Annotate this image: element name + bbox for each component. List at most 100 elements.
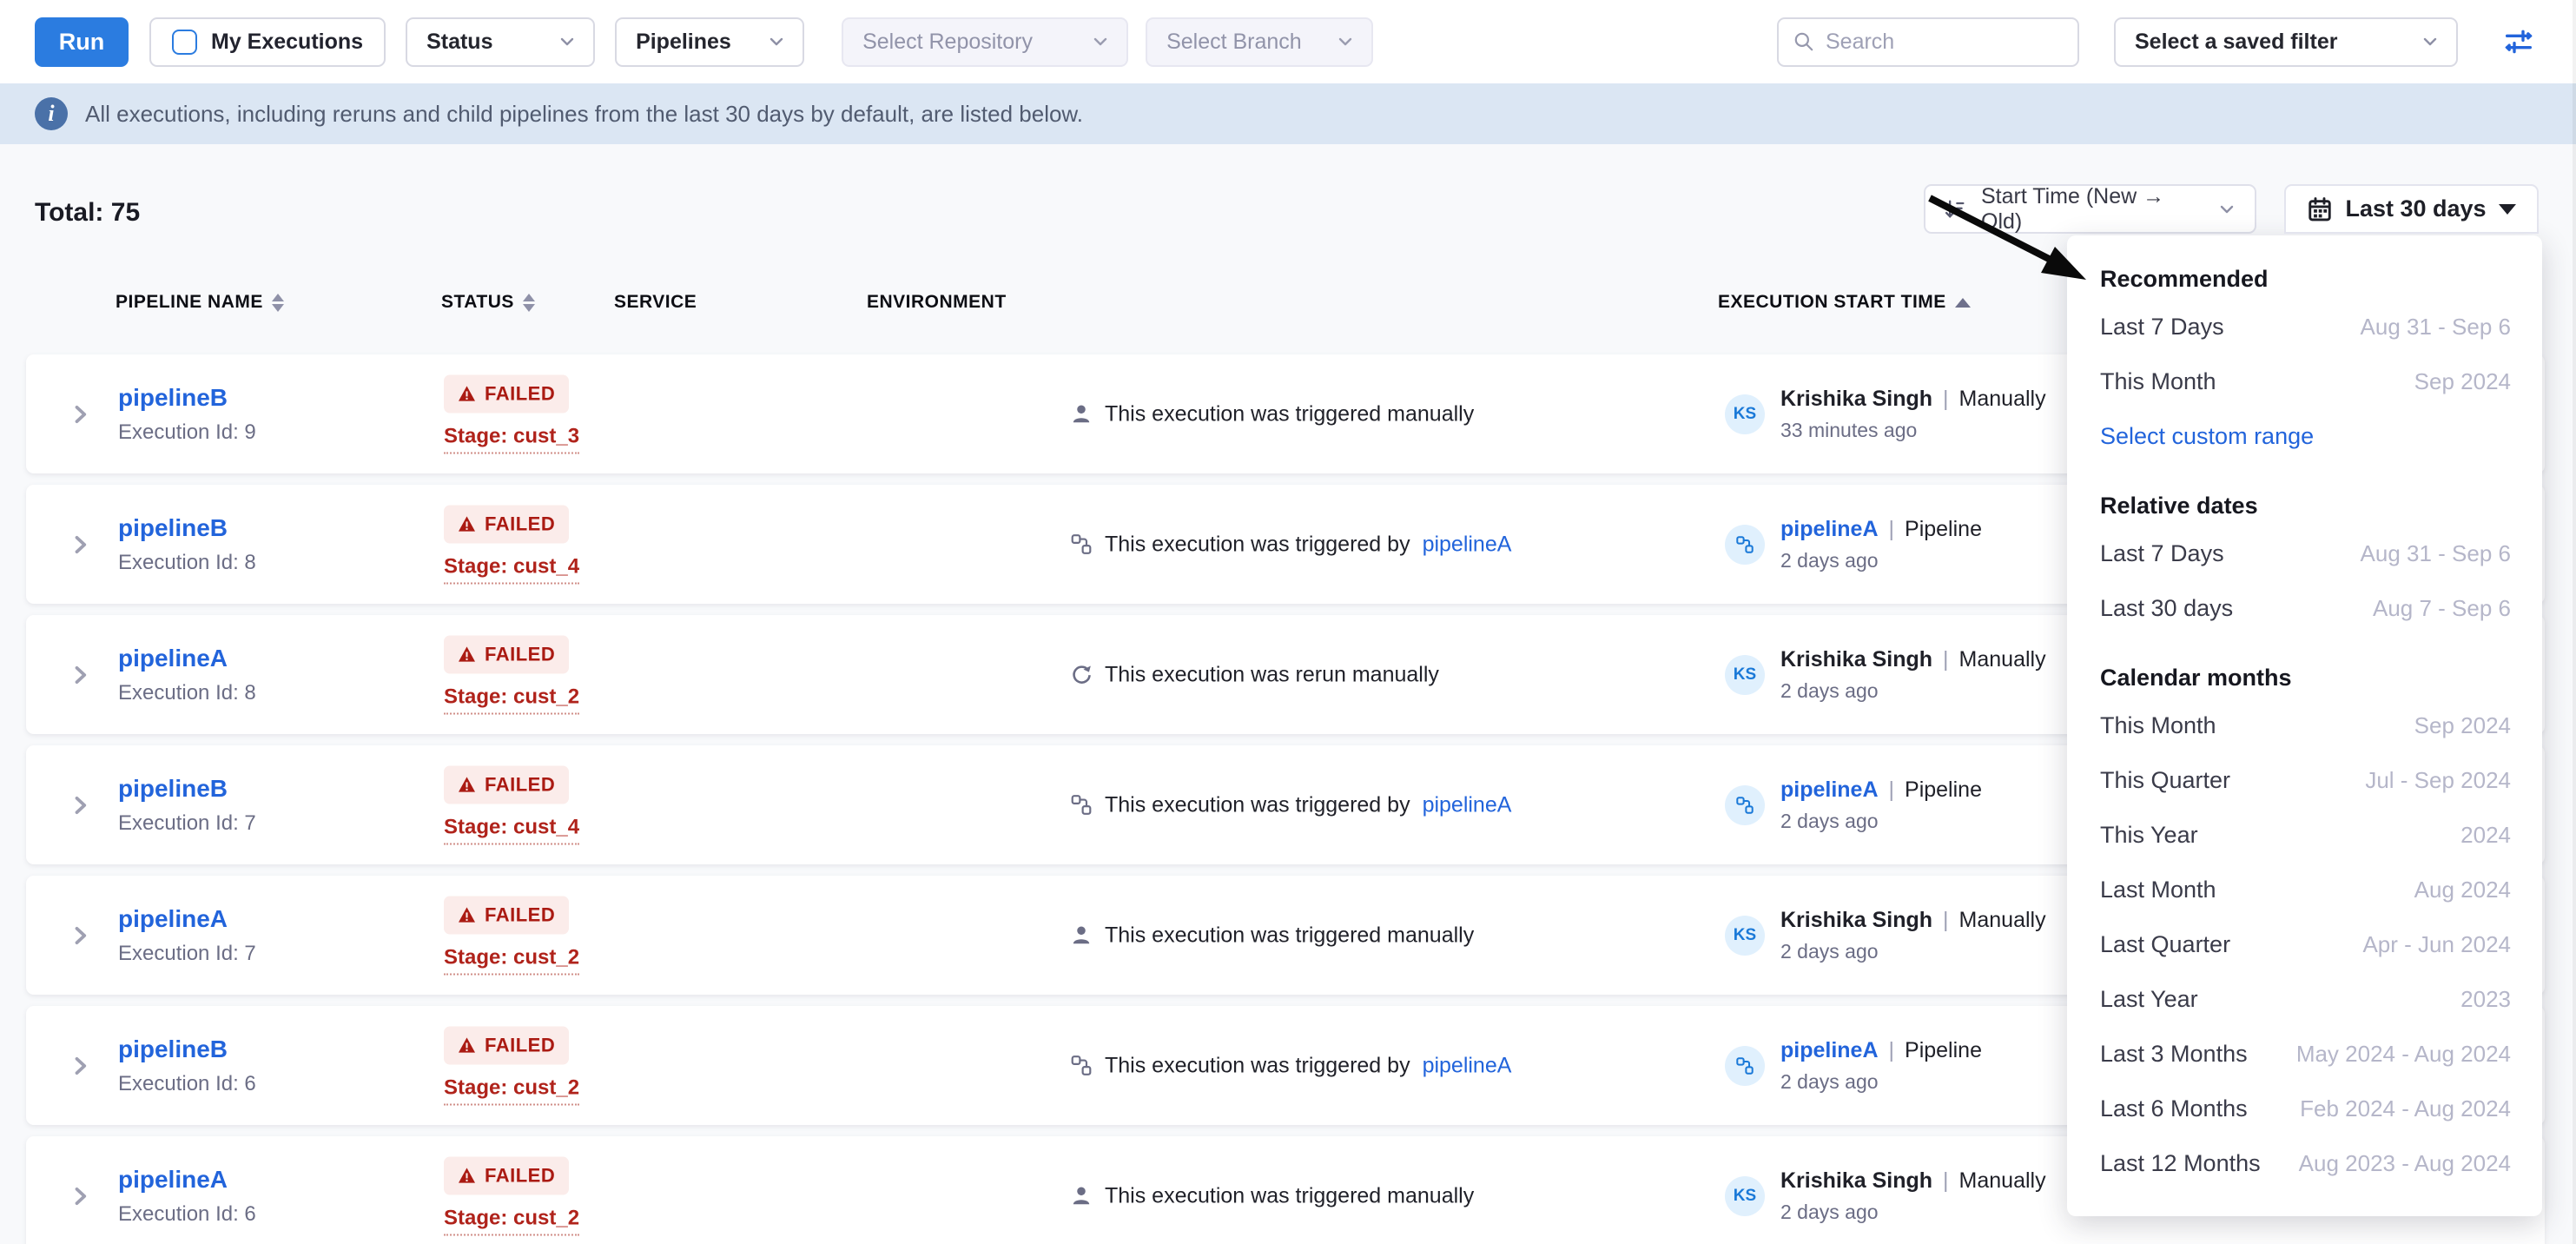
expand-chevron-icon[interactable] <box>68 1051 92 1081</box>
sort-order-dropdown[interactable]: Start Time (New → Old) <box>1924 184 2256 234</box>
started-by-name[interactable]: pipelineA <box>1780 778 1879 803</box>
pipeline-name-link[interactable]: pipelineB <box>118 775 256 803</box>
search-input-wrap <box>1777 17 2079 67</box>
expand-chevron-icon[interactable] <box>68 530 92 559</box>
my-executions-checkbox[interactable] <box>172 30 197 55</box>
trigger-info-cell: This execution was triggered by pipeline… <box>1070 1053 1511 1078</box>
status-filter-label: Status <box>426 30 492 55</box>
my-executions-label: My Executions <box>211 30 363 55</box>
date-menu-items: This Month Sep 2024 This Quarter Jul - S… <box>2100 698 2511 1191</box>
trigger-info-cell: This execution was triggered by pipeline… <box>1070 792 1511 817</box>
column-header-execution-start-time[interactable]: EXECUTION START TIME <box>1718 283 1971 321</box>
status-cell: FAILED Stage: cust_4 <box>444 765 579 844</box>
trigger-pipeline-link[interactable]: pipelineA <box>1423 532 1512 557</box>
pipeline-name-link[interactable]: pipelineB <box>118 1036 256 1063</box>
repository-filter-dropdown[interactable]: Select Repository <box>842 17 1128 67</box>
search-input[interactable] <box>1826 30 2064 55</box>
failed-stage-link[interactable]: Stage: cust_2 <box>444 945 579 975</box>
user-icon <box>1070 1185 1093 1208</box>
date-menu-item[interactable]: This Quarter Jul - Sep 2024 <box>2100 753 2511 808</box>
status-badge-label: FAILED <box>485 643 555 665</box>
started-by-lines: Krishika Singh | Manually 2 days ago <box>1780 1168 2046 1224</box>
trigger-type: Pipeline <box>1905 517 1982 542</box>
avatar <box>1725 785 1765 825</box>
date-menu-item[interactable]: Last Quarter Apr - Jun 2024 <box>2100 917 2511 972</box>
started-by-lines: Krishika Singh | Manually 33 minutes ago <box>1780 387 2046 442</box>
date-menu-item[interactable]: Last 30 days Aug 7 - Sep 6 <box>2100 581 2511 636</box>
failed-stage-link[interactable]: Stage: cust_4 <box>444 815 579 844</box>
status-cell: FAILED Stage: cust_4 <box>444 505 579 584</box>
column-header-status[interactable]: STATUS <box>441 283 535 321</box>
scrollbar-track[interactable] <box>2573 0 2576 1244</box>
status-badge-label: FAILED <box>485 1164 555 1187</box>
date-menu-item[interactable]: Select custom range <box>2100 409 2511 464</box>
pipeline-name-link[interactable]: pipelineA <box>118 905 256 933</box>
my-executions-toggle[interactable]: My Executions <box>149 17 386 67</box>
started-by-name[interactable]: pipelineA <box>1780 1038 1879 1063</box>
trigger-type: Manually <box>1959 908 2046 933</box>
started-by-name[interactable]: Krishika Singh <box>1780 1168 1932 1194</box>
avatar: KS <box>1725 655 1765 695</box>
date-menu-item-value: Feb 2024 - Aug 2024 <box>2300 1095 2511 1122</box>
avatar <box>1725 525 1765 565</box>
started-by-name[interactable]: Krishika Singh <box>1780 387 1932 412</box>
trigger-pipeline-link[interactable]: pipelineA <box>1423 792 1512 817</box>
date-menu-items: Last 7 Days Aug 31 - Sep 6 Last 30 days … <box>2100 526 2511 636</box>
date-menu-item[interactable]: Last 6 Months Feb 2024 - Aug 2024 <box>2100 1082 2511 1136</box>
trigger-pipeline-link[interactable]: pipelineA <box>1423 1053 1512 1078</box>
date-menu-item[interactable]: This Year 2024 <box>2100 808 2511 863</box>
trigger-info-cell: This execution was triggered manually <box>1070 1183 1474 1208</box>
date-menu-item[interactable]: Last 7 Days Aug 31 - Sep 6 <box>2100 526 2511 581</box>
avatar-initials: KS <box>1734 926 1756 945</box>
date-menu-item-value: 2023 <box>2460 986 2511 1013</box>
date-menu-item-value: Sep 2024 <box>2414 712 2511 739</box>
date-menu-section: Calendar months This Month Sep 2024 This… <box>2100 657 2511 1191</box>
executions-page: Run My Executions Status Pipelines Selec… <box>0 0 2576 1244</box>
branch-filter-dropdown[interactable]: Select Branch <box>1146 17 1373 67</box>
saved-filter-dropdown[interactable]: Select a saved filter <box>2114 17 2458 67</box>
column-header-pipeline-name[interactable]: PIPELINE NAME <box>116 283 284 321</box>
column-label: ENVIRONMENT <box>867 292 1007 313</box>
date-range-dropdown[interactable]: Last 30 days <box>2284 184 2539 234</box>
expand-chevron-icon[interactable] <box>68 400 92 429</box>
expand-chevron-icon[interactable] <box>68 1181 92 1211</box>
separator: | <box>1889 778 1895 803</box>
trigger-info-cell: This execution was triggered manually <box>1070 923 1474 948</box>
date-menu-item[interactable]: This Month Sep 2024 <box>2100 698 2511 753</box>
started-by-name[interactable]: pipelineA <box>1780 517 1879 542</box>
date-menu-item-label: This Quarter <box>2100 767 2230 794</box>
expand-chevron-icon[interactable] <box>68 660 92 690</box>
trigger-type: Manually <box>1959 1168 2046 1194</box>
date-menu-item[interactable]: This Month Sep 2024 <box>2100 354 2511 409</box>
started-by-name[interactable]: Krishika Singh <box>1780 647 1932 672</box>
pipeline-name-link[interactable]: pipelineA <box>118 1166 256 1194</box>
failed-stage-link[interactable]: Stage: cust_2 <box>444 1075 579 1105</box>
pipeline-avatar-icon <box>1735 1056 1754 1075</box>
failed-stage-link[interactable]: Stage: cust_2 <box>444 1206 579 1235</box>
failed-stage-link[interactable]: Stage: cust_3 <box>444 424 579 453</box>
pipeline-name-link[interactable]: pipelineA <box>118 645 256 672</box>
failed-stage-link[interactable]: Stage: cust_2 <box>444 685 579 714</box>
pipeline-name-link[interactable]: pipelineB <box>118 514 256 542</box>
date-menu-item[interactable]: Last Month Aug 2024 <box>2100 863 2511 917</box>
pipeline-name-cell: pipelineA Execution Id: 7 <box>118 905 256 966</box>
pipeline-name-link[interactable]: pipelineB <box>118 384 256 412</box>
date-menu-item[interactable]: Last 7 Days Aug 31 - Sep 6 <box>2100 300 2511 354</box>
column-header-environment: ENVIRONMENT <box>867 283 1007 321</box>
date-menu-item[interactable]: Last 3 Months May 2024 - Aug 2024 <box>2100 1027 2511 1082</box>
started-by-name[interactable]: Krishika Singh <box>1780 908 1932 933</box>
run-button[interactable]: Run <box>35 17 129 67</box>
date-menu-item-label: Last 7 Days <box>2100 540 2224 567</box>
date-menu-item[interactable]: Last Year 2023 <box>2100 972 2511 1027</box>
expand-chevron-icon[interactable] <box>68 791 92 820</box>
status-filter-dropdown[interactable]: Status <box>406 17 595 67</box>
relative-time: 2 days ago <box>1780 1201 2046 1224</box>
pipelines-filter-dropdown[interactable]: Pipelines <box>615 17 804 67</box>
date-menu-item[interactable]: Last 12 Months Aug 2023 - Aug 2024 <box>2100 1136 2511 1191</box>
filter-sliders-button[interactable] <box>2496 19 2541 64</box>
failed-stage-link[interactable]: Stage: cust_4 <box>444 554 579 584</box>
avatar <box>1725 1046 1765 1086</box>
expand-chevron-icon[interactable] <box>68 921 92 950</box>
trigger-type: Manually <box>1959 647 2046 672</box>
status-cell: FAILED Stage: cust_2 <box>444 1026 579 1105</box>
